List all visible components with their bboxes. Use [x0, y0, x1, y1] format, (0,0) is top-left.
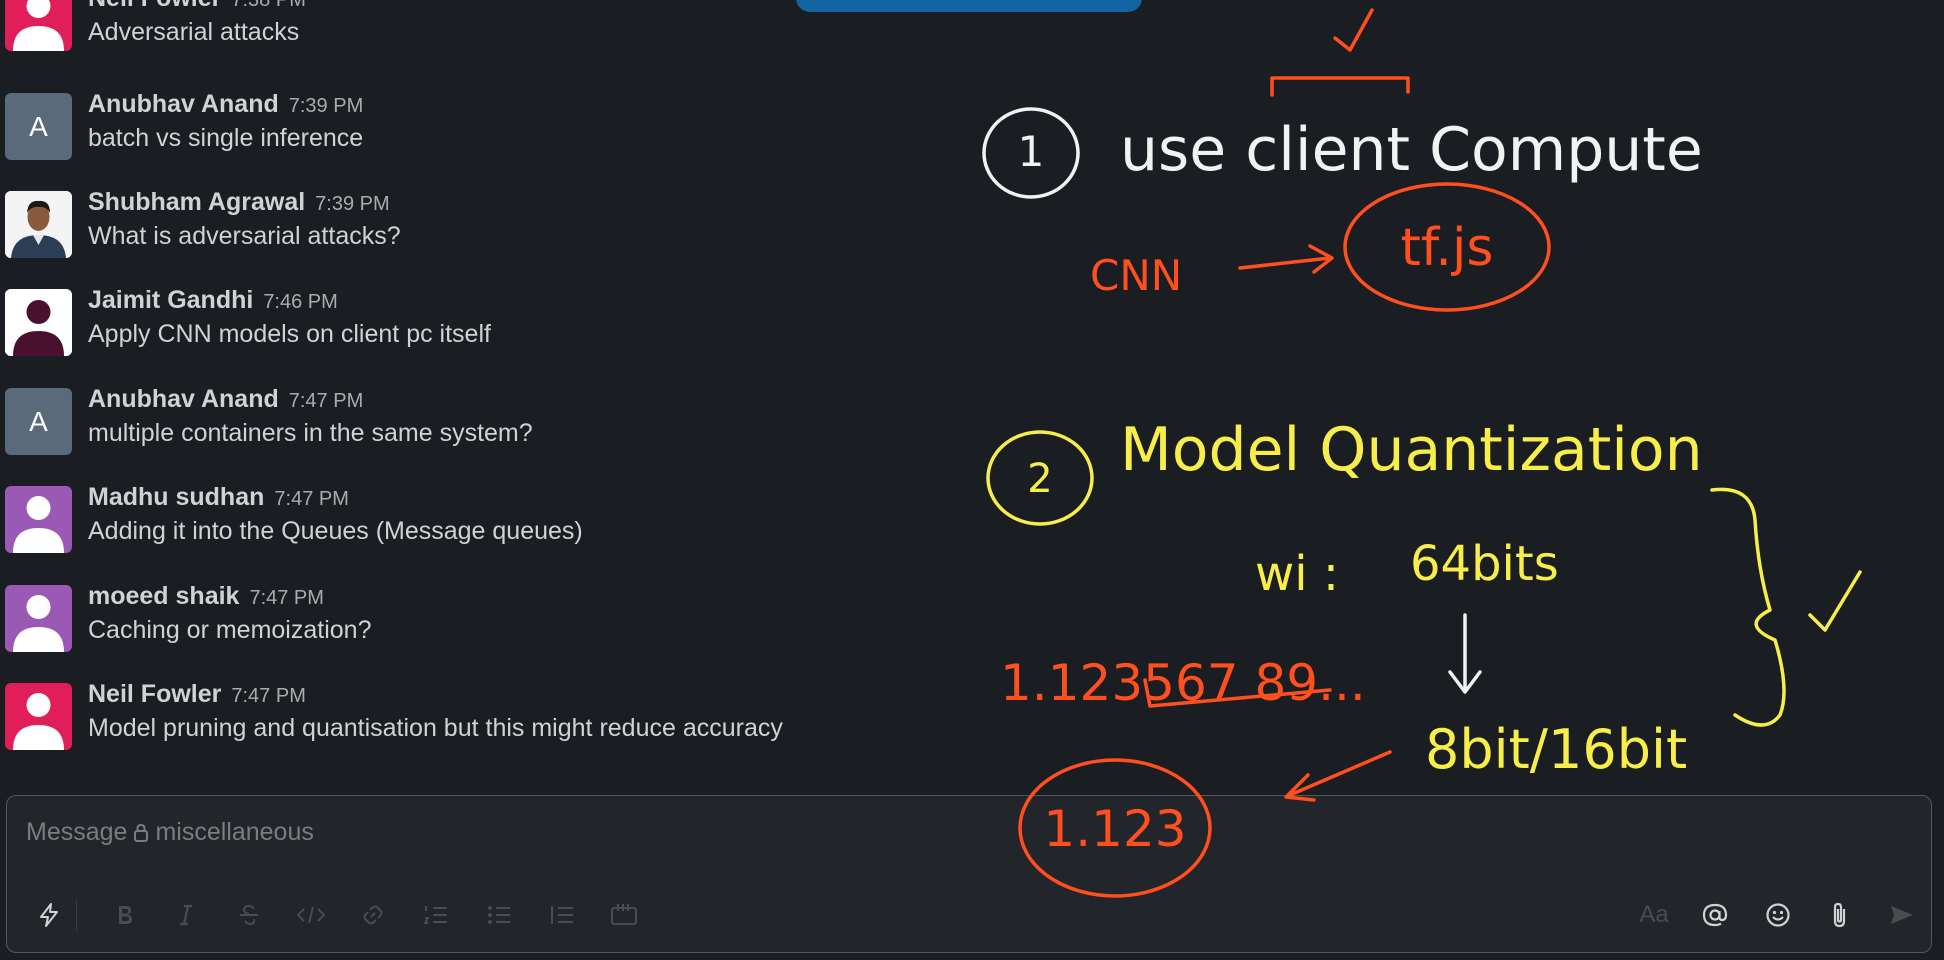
shortcuts-icon[interactable]	[29, 895, 69, 935]
message-time[interactable]: 7:47 PM	[231, 685, 305, 707]
composer-toolbar: Aa	[7, 891, 1931, 939]
strikethrough-icon[interactable]	[229, 895, 269, 935]
slack-channel-view: Neil Fowler 7:38 PM Adversarial attacks A…	[0, 0, 1944, 960]
message-text: Model pruning and quantisation but this …	[88, 714, 783, 742]
whiteboard-value: 1.123567 89...	[1000, 654, 1366, 712]
message-header: moeed shaik 7:47 PM	[88, 582, 324, 611]
message-input[interactable]: Message miscellaneous	[26, 818, 314, 847]
bold-icon[interactable]	[105, 895, 145, 935]
message-text: Adding it into the Queues (Message queue…	[88, 517, 583, 545]
toolbar-divider	[76, 899, 77, 931]
message-item[interactable]: A Anubhav Anand 7:47 PM multiple containe…	[0, 385, 940, 477]
message-item[interactable]: Madhu sudhan 7:47 PM Adding it into the Q…	[0, 483, 940, 575]
message-text: Adversarial attacks	[88, 18, 300, 46]
message-header: Anubhav Anand 7:47 PM	[88, 385, 363, 414]
message-author[interactable]: moeed shaik	[88, 582, 239, 610]
format-toggle-icon[interactable]: Aa	[1634, 895, 1674, 935]
arrow-icon	[1448, 613, 1482, 694]
whiteboard-label: tf.js	[1401, 218, 1494, 278]
check-mark-icon	[1333, 8, 1374, 52]
bracket-mark	[1143, 678, 1332, 708]
message-item[interactable]: moeed shaik 7:47 PM Caching or memoizatio…	[0, 582, 940, 674]
blockquote-icon[interactable]	[542, 895, 582, 935]
message-header: Neil Fowler 7:38 PM	[88, 0, 306, 13]
code-icon[interactable]	[291, 895, 331, 935]
message-time[interactable]: 7:47 PM	[274, 488, 348, 510]
check-mark-icon	[1808, 570, 1862, 632]
whiteboard-label: 8bit/16bit	[1425, 718, 1687, 781]
channel-name: miscellaneous	[155, 818, 314, 846]
send-icon[interactable]	[1882, 895, 1922, 935]
bracket-mark	[1270, 76, 1410, 97]
avatar[interactable]	[5, 486, 72, 553]
message-composer[interactable]: Message miscellaneous Aa	[6, 795, 1932, 953]
link-icon[interactable]	[353, 895, 393, 935]
message-item[interactable]: Neil Fowler 7:47 PM Model pruning and qua…	[0, 680, 940, 772]
number-circle	[986, 430, 1094, 526]
whiteboard-number: 2	[1027, 456, 1052, 502]
curly-brace	[1710, 487, 1786, 727]
whiteboard-number: 1	[1018, 127, 1045, 176]
lock-icon	[133, 823, 149, 843]
arrow-icon	[1284, 750, 1392, 802]
message-item[interactable]: A Anubhav Anand 7:39 PM batch vs single i…	[0, 90, 940, 182]
message-header: Jaimit Gandhi 7:46 PM	[88, 286, 338, 315]
message-header: Anubhav Anand 7:39 PM	[88, 90, 363, 119]
whiteboard-label: wi :	[1255, 546, 1339, 602]
message-author[interactable]: Madhu sudhan	[88, 483, 264, 511]
message-time[interactable]: 7:47 PM	[289, 390, 363, 412]
ordered-list-icon[interactable]	[416, 895, 456, 935]
message-time[interactable]: 7:46 PM	[263, 291, 337, 313]
avatar[interactable]	[5, 683, 72, 750]
message-author[interactable]: Neil Fowler	[88, 0, 221, 12]
message-time[interactable]: 7:39 PM	[289, 95, 363, 117]
avatar[interactable]	[5, 289, 72, 356]
avatar[interactable]	[5, 191, 72, 258]
avatar[interactable]	[5, 0, 72, 51]
code-block-icon[interactable]	[604, 895, 644, 935]
message-text: multiple containers in the same system?	[88, 419, 533, 447]
composer-placeholder: Message	[26, 818, 128, 846]
emoji-icon[interactable]	[1758, 895, 1798, 935]
message-author[interactable]: Shubham Agrawal	[88, 188, 305, 216]
number-circle	[982, 107, 1080, 199]
message-author[interactable]: Anubhav Anand	[88, 90, 279, 118]
attach-icon[interactable]	[1820, 895, 1860, 935]
avatar-letter: A	[29, 111, 48, 142]
message-time[interactable]: 7:47 PM	[249, 587, 323, 609]
message-text: What is adversarial attacks?	[88, 222, 401, 250]
message-item[interactable]: Jaimit Gandhi 7:46 PM Apply CNN models on…	[0, 286, 940, 378]
message-header: Shubham Agrawal 7:39 PM	[88, 188, 390, 217]
bulleted-list-icon[interactable]	[479, 895, 519, 935]
avatar[interactable]: A	[5, 93, 72, 160]
message-item[interactable]: Neil Fowler 7:38 PM Adversarial attacks	[0, 0, 940, 76]
whiteboard-heading: Model Quantization	[1120, 415, 1703, 485]
avatar-letter: A	[29, 406, 48, 437]
message-author[interactable]: Anubhav Anand	[88, 385, 279, 413]
tfjs-circle	[1343, 182, 1551, 312]
message-item[interactable]: Shubham Agrawal 7:39 PM What is adversari…	[0, 188, 940, 280]
message-author[interactable]: Jaimit Gandhi	[88, 286, 253, 314]
message-author[interactable]: Neil Fowler	[88, 680, 221, 708]
mention-icon[interactable]	[1695, 895, 1735, 935]
message-text: batch vs single inference	[88, 124, 364, 152]
message-time[interactable]: 7:38 PM	[231, 0, 305, 11]
whiteboard-heading: use client Compute	[1120, 115, 1703, 185]
message-text: Apply CNN models on client pc itself	[88, 320, 491, 348]
message-header: Madhu sudhan 7:47 PM	[88, 483, 349, 512]
message-time[interactable]: 7:39 PM	[315, 193, 389, 215]
whiteboard-label: CNN	[1090, 251, 1182, 300]
avatar[interactable]	[5, 585, 72, 652]
arrow-icon	[1238, 244, 1334, 274]
message-text: Caching or memoization?	[88, 616, 372, 644]
message-header: Neil Fowler 7:47 PM	[88, 680, 306, 709]
whiteboard-label: 64bits	[1410, 536, 1559, 592]
italic-icon[interactable]	[166, 895, 206, 935]
avatar[interactable]: A	[5, 388, 72, 455]
